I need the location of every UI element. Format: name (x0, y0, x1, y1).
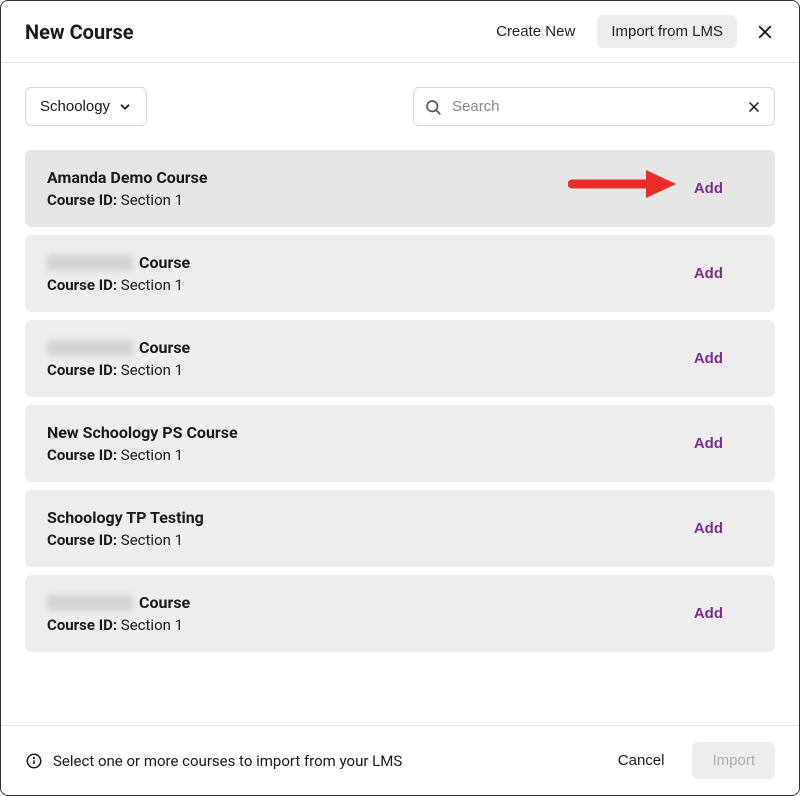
header-tabs: Create New Import from LMS (482, 15, 737, 48)
course-card: Course Course ID: Section 1 Add (25, 235, 775, 312)
course-id-line: Course ID: Section 1 (47, 531, 204, 549)
tab-import-from-lms[interactable]: Import from LMS (597, 15, 737, 48)
course-id-line: Course ID: Section 1 (47, 446, 238, 464)
add-button[interactable]: Add (684, 599, 753, 628)
add-button[interactable]: Add (684, 344, 753, 373)
course-card: Course Course ID: Section 1 Add (25, 320, 775, 397)
close-button[interactable] (751, 18, 779, 46)
course-name: Course (47, 338, 190, 357)
add-button[interactable]: Add (684, 514, 753, 543)
search-input[interactable] (442, 94, 744, 119)
course-info: Course Course ID: Section 1 (47, 253, 190, 294)
course-card: New Schoology PS Course Course ID: Sectio… (25, 405, 775, 482)
close-icon (756, 23, 774, 41)
course-id-value: Section 1 (117, 446, 183, 464)
controls-row: Schoology (25, 87, 775, 126)
cancel-button[interactable]: Cancel (604, 742, 679, 779)
course-id-label: Course ID: (47, 361, 117, 379)
modal-title: New Course (25, 20, 482, 44)
course-id-value: Section 1 (117, 361, 183, 379)
course-info: Course Course ID: Section 1 (47, 593, 190, 634)
tab-create-new[interactable]: Create New (482, 15, 589, 48)
redacted-text (47, 255, 133, 271)
add-button[interactable]: Add (684, 429, 753, 458)
add-button[interactable]: Add (684, 174, 753, 203)
course-id-label: Course ID: (47, 446, 117, 464)
course-name-suffix: Course (139, 338, 190, 357)
course-id-line: Course ID: Section 1 (47, 191, 208, 209)
course-id-line: Course ID: Section 1 (47, 616, 190, 634)
chevron-down-icon (118, 100, 132, 114)
close-icon (747, 100, 761, 114)
course-info: Schoology TP Testing Course ID: Section 1 (47, 508, 204, 549)
course-info: New Schoology PS Course Course ID: Sectio… (47, 423, 238, 464)
dropdown-label: Schoology (40, 98, 110, 115)
lms-source-dropdown[interactable]: Schoology (25, 87, 147, 126)
course-id-value: Section 1 (117, 616, 183, 634)
course-id-label: Course ID: (47, 276, 117, 294)
course-name-suffix: Course (139, 253, 190, 272)
import-button[interactable]: Import (692, 742, 775, 779)
course-info: Course Course ID: Section 1 (47, 338, 190, 379)
add-button[interactable]: Add (684, 259, 753, 288)
course-id-line: Course ID: Section 1 (47, 276, 190, 294)
modal-body: Schoology (1, 63, 799, 725)
redacted-text (47, 595, 133, 611)
course-id-line: Course ID: Section 1 (47, 361, 190, 379)
footer-info-text: Select one or more courses to import fro… (53, 752, 402, 770)
new-course-modal: New Course Create New Import from LMS Sc… (0, 0, 800, 796)
search-icon (424, 98, 442, 116)
course-name-suffix: Course (139, 593, 190, 612)
course-id-label: Course ID: (47, 616, 117, 634)
course-id-label: Course ID: (47, 191, 117, 209)
course-card: Course Course ID: Section 1 Add (25, 575, 775, 652)
course-name: Amanda Demo Course (47, 168, 208, 187)
course-name: New Schoology PS Course (47, 423, 238, 442)
course-card: Schoology TP Testing Course ID: Section 1… (25, 490, 775, 567)
modal-footer: Select one or more courses to import fro… (1, 725, 799, 795)
course-id-value: Section 1 (117, 191, 183, 209)
course-info: Amanda Demo Course Course ID: Section 1 (47, 168, 208, 209)
course-name: Course (47, 593, 190, 612)
course-list: Amanda Demo Course Course ID: Section 1 Ad… (25, 150, 775, 652)
course-card: Amanda Demo Course Course ID: Section 1 Ad… (25, 150, 775, 227)
course-name: Schoology TP Testing (47, 508, 204, 527)
redacted-text (47, 340, 133, 356)
clear-search-button[interactable] (744, 97, 764, 117)
search-field[interactable] (413, 87, 775, 126)
course-id-value: Section 1 (117, 531, 183, 549)
course-id-value: Section 1 (117, 276, 183, 294)
footer-info: Select one or more courses to import fro… (25, 752, 590, 770)
course-id-label: Course ID: (47, 531, 117, 549)
info-icon (25, 752, 43, 770)
annotation-arrow-icon (568, 164, 678, 204)
modal-header: New Course Create New Import from LMS (1, 1, 799, 63)
course-name: Course (47, 253, 190, 272)
